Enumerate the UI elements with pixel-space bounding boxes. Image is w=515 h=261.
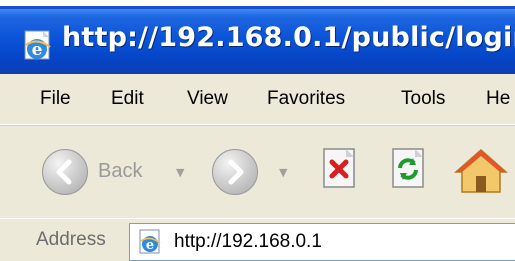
address-input[interactable]: e http://192.168.0.1 bbox=[129, 223, 515, 261]
menu-tools[interactable]: Tools bbox=[401, 88, 445, 110]
window-title: http://192.168.0.1/public/login. bbox=[62, 22, 515, 53]
back-dropdown-icon[interactable]: ▼ bbox=[176, 166, 184, 179]
address-url[interactable]: http://192.168.0.1 bbox=[174, 231, 322, 253]
forward-dropdown-icon[interactable]: ▼ bbox=[279, 166, 287, 179]
address-bar: Address e http://192.168.0.1 bbox=[0, 219, 515, 261]
menu-bar: File Edit View Favorites Tools He bbox=[0, 74, 515, 125]
menu-help[interactable]: He bbox=[486, 88, 510, 110]
ie-page-icon: e bbox=[139, 229, 161, 254]
toolbar: Back ▼ ▼ bbox=[0, 125, 515, 220]
menu-file[interactable]: File bbox=[40, 88, 71, 110]
forward-button[interactable] bbox=[212, 149, 258, 195]
forward-arrow-icon bbox=[228, 159, 244, 185]
menu-view[interactable]: View bbox=[187, 88, 228, 110]
ie-icon: e bbox=[24, 30, 51, 60]
svg-text:e: e bbox=[146, 238, 154, 253]
browser-window: e http://192.168.0.1/public/login. File … bbox=[0, 0, 515, 261]
back-arrow-icon bbox=[56, 159, 72, 185]
address-label: Address bbox=[36, 229, 106, 250]
menu-edit[interactable]: Edit bbox=[111, 88, 144, 110]
refresh-icon[interactable] bbox=[387, 146, 431, 190]
home-icon[interactable] bbox=[452, 146, 510, 196]
title-bar: e http://192.168.0.1/public/login. bbox=[0, 6, 515, 75]
menu-favorites[interactable]: Favorites bbox=[267, 88, 345, 110]
stop-icon[interactable] bbox=[318, 146, 362, 190]
back-label[interactable]: Back bbox=[98, 160, 142, 183]
back-button[interactable] bbox=[42, 149, 88, 195]
